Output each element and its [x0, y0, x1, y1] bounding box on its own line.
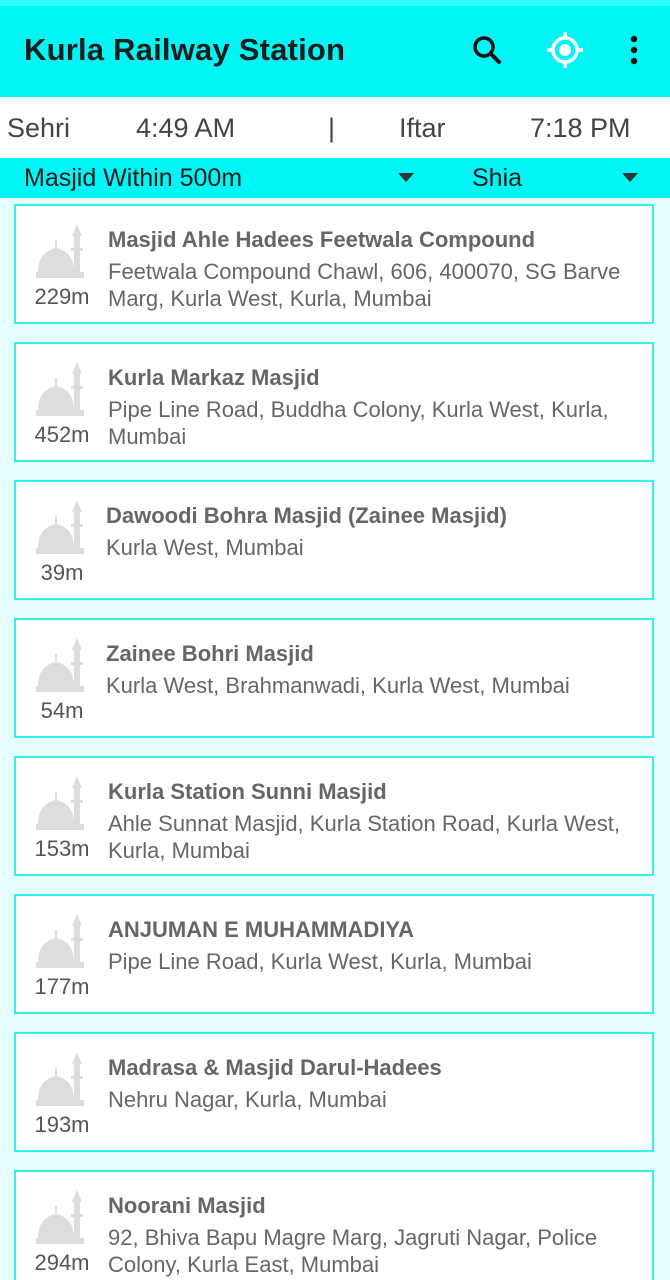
mosque-icon [36, 362, 84, 416]
masjid-address: Nehru Nagar, Kurla, Mumbai [108, 1087, 387, 1112]
page-title: Kurla Railway Station [24, 32, 346, 67]
distance-label: 153m [34, 836, 90, 861]
masjid-card[interactable]: 229m Masjid Ahle Hadees Feetwala Compoun… [14, 204, 654, 324]
mosque-icon [36, 776, 84, 830]
sect-filter-dropdown[interactable]: Shia [430, 158, 670, 198]
masjid-card[interactable]: 452m Kurla Markaz Masjid Pipe Line Road,… [14, 342, 654, 462]
distance-label: 452m [34, 422, 90, 447]
masjid-card[interactable]: 153m Kurla Station Sunni Masjid Ahle Sun… [14, 756, 654, 876]
masjid-name: ANJUMAN E MUHAMMADIYA [108, 917, 414, 942]
masjid-card[interactable]: 294m Noorani Masjid 92, Bhiva Bapu Magre… [14, 1170, 654, 1280]
mosque-icon [36, 500, 84, 554]
sect-filter-value: Shia [472, 164, 523, 192]
masjid-address: Kurla West, Mumbai [106, 535, 304, 560]
sehri-time: 4:49 AM [136, 113, 236, 143]
search-icon [473, 36, 501, 64]
current-location-button[interactable] [543, 28, 587, 72]
distance-filter-value: Masjid Within 500m [24, 164, 243, 192]
masjid-address: Ahle Sunnat Masjid, Kurla Station Road, … [108, 811, 620, 863]
iftar-time: 7:18 PM [530, 113, 631, 143]
timings-separator: | [328, 113, 336, 143]
mosque-icon [36, 224, 84, 278]
chevron-down-icon [398, 173, 414, 182]
masjid-name: Dawoodi Bohra Masjid (Zainee Masjid) [106, 503, 507, 528]
masjid-card[interactable]: 177m ANJUMAN E MUHAMMADIYA Pipe Line Roa… [14, 894, 654, 1014]
iftar-label: Iftar [399, 113, 446, 143]
masjid-name: Masjid Ahle Hadees Feetwala Compound [108, 227, 536, 252]
masjid-name: Kurla Markaz Masjid [108, 365, 320, 390]
masjid-address: Pipe Line Road, Buddha Colony, Kurla Wes… [108, 397, 609, 449]
distance-label: 294m [34, 1250, 90, 1275]
chevron-down-icon [622, 173, 638, 182]
masjid-address: Kurla West, Brahmanwadi, Kurla West, Mum… [106, 673, 570, 698]
more-vert-icon [630, 35, 638, 65]
distance-label: 54m [40, 698, 84, 723]
masjid-name: Zainee Bohri Masjid [106, 641, 314, 666]
mosque-icon [36, 1052, 84, 1106]
distance-label: 177m [34, 974, 90, 999]
distance-filter-dropdown[interactable]: Masjid Within 500m [0, 158, 430, 198]
masjid-card[interactable]: 39m Dawoodi Bohra Masjid (Zainee Masjid)… [14, 480, 654, 600]
masjid-name: Noorani Masjid [108, 1193, 266, 1218]
masjid-name: Madrasa & Masjid Darul-Hadees [108, 1055, 442, 1080]
sehri-label: Sehri [7, 113, 71, 143]
masjid-name: Kurla Station Sunni Masjid [108, 779, 387, 804]
distance-label: 229m [34, 284, 90, 309]
mosque-icon [36, 914, 84, 968]
mosque-icon [36, 638, 84, 692]
gps-target-icon [547, 32, 583, 68]
mosque-icon [36, 1190, 84, 1244]
masjid-card[interactable]: 193m Madrasa & Masjid Darul-Hadees Nehru… [14, 1032, 654, 1152]
masjid-card[interactable]: 54m Zainee Bohri Masjid Kurla West, Brah… [14, 618, 654, 738]
timings-bar: Sehri 4:49 AM | Iftar 7:18 PM [0, 97, 670, 158]
masjid-address: Feetwala Compound Chawl, 606, 400070, SG… [108, 259, 621, 311]
filter-bar: Masjid Within 500m Shia [0, 158, 670, 198]
overflow-menu-button[interactable] [612, 28, 656, 72]
masjid-address: 92, Bhiva Bapu Magre Marg, Jagruti Nagar… [108, 1225, 598, 1277]
distance-label: 193m [34, 1112, 90, 1137]
masjid-list[interactable]: 229m Masjid Ahle Hadees Feetwala Compoun… [0, 198, 670, 1280]
masjid-address: Pipe Line Road, Kurla West, Kurla, Mumba… [108, 949, 532, 974]
distance-label: 39m [40, 560, 84, 585]
search-button[interactable] [465, 28, 509, 72]
app-bar: Kurla Railway Station [0, 0, 670, 97]
